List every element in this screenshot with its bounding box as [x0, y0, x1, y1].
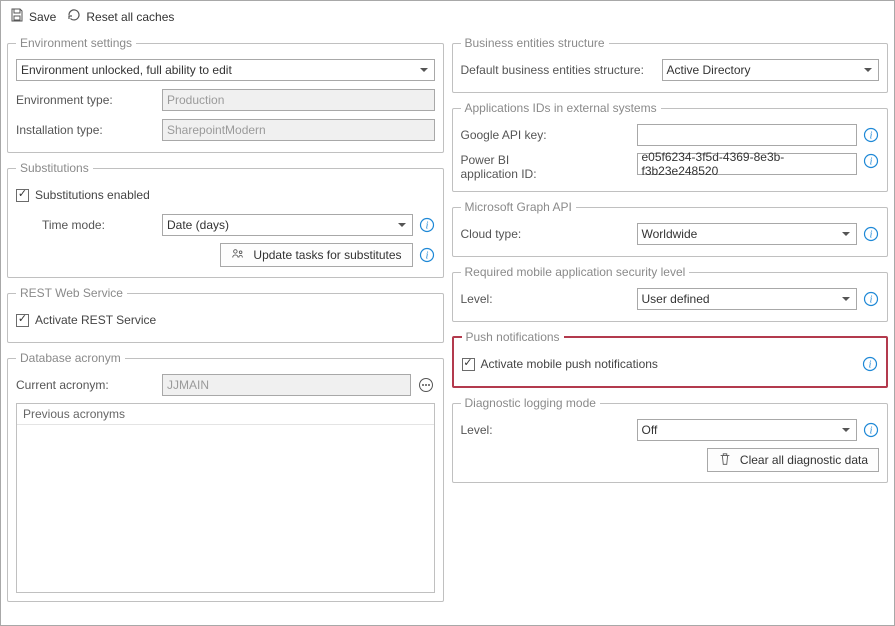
info-icon[interactable]: i — [419, 217, 435, 233]
powerbi-label: Power BI application ID: — [461, 153, 631, 181]
info-icon[interactable]: i — [863, 127, 879, 143]
database-acronym-group: Database acronym Current acronym: JJMAIN… — [7, 351, 444, 602]
current-acronym-more-button[interactable] — [417, 376, 435, 394]
diag-legend: Diagnostic logging mode — [461, 396, 600, 410]
environment-type-field: Production — [162, 89, 435, 111]
current-acronym-field: JJMAIN — [162, 374, 411, 396]
svg-text:i: i — [870, 131, 873, 142]
substitutions-legend: Substitutions — [16, 161, 93, 175]
diagnostic-logging-group: Diagnostic logging mode Level: Off i — [452, 396, 889, 483]
microsoft-graph-group: Microsoft Graph API Cloud type: Worldwid… — [452, 200, 889, 257]
apps-legend: Applications IDs in external systems — [461, 101, 661, 115]
mobile-sec-level-dropdown[interactable]: User defined — [637, 288, 858, 310]
save-label: Save — [29, 10, 56, 24]
svg-text:i: i — [870, 230, 873, 241]
time-mode-label: Time mode: — [16, 218, 156, 232]
graph-legend: Microsoft Graph API — [461, 200, 576, 214]
trash-icon — [718, 452, 732, 469]
activate-rest-label: Activate REST Service — [35, 313, 156, 327]
diag-level-label: Level: — [461, 423, 631, 437]
time-mode-dropdown[interactable]: Date (days) — [162, 214, 413, 236]
left-column: Environment settings Environment unlocke… — [7, 32, 444, 610]
activate-rest-checkbox[interactable] — [16, 314, 29, 327]
refresh-icon — [66, 7, 82, 26]
save-icon — [9, 7, 25, 26]
applications-ids-group: Applications IDs in external systems Goo… — [452, 101, 889, 192]
substitutions-enabled-label: Substitutions enabled — [35, 188, 150, 202]
svg-text:i: i — [870, 426, 873, 437]
push-legend: Push notifications — [462, 330, 564, 344]
environment-type-label: Environment type: — [16, 93, 156, 107]
info-icon[interactable]: i — [863, 422, 879, 438]
info-icon[interactable]: i — [862, 356, 878, 372]
mobile-sec-level-label: Level: — [461, 292, 631, 306]
google-api-key-field[interactable] — [637, 124, 858, 146]
powerbi-app-id-field[interactable]: e05f6234-3f5d-4369-8e3b-f3b23e248520 — [637, 153, 858, 175]
db-legend: Database acronym — [16, 351, 125, 365]
diag-level-dropdown[interactable]: Off — [637, 419, 858, 441]
save-button[interactable]: Save — [9, 7, 56, 26]
right-column: Business entities structure Default busi… — [452, 32, 889, 610]
svg-text:i: i — [869, 360, 872, 371]
installation-type-field: SharepointModern — [162, 119, 435, 141]
info-icon[interactable]: i — [419, 247, 435, 263]
app-panel: Save Reset all caches Environment settin… — [0, 0, 895, 626]
business-entities-group: Business entities structure Default busi… — [452, 36, 889, 93]
substitutions-group: Substitutions Substitutions enabled Time… — [7, 161, 444, 278]
info-icon[interactable]: i — [863, 153, 879, 169]
environment-settings-legend: Environment settings — [16, 36, 136, 50]
environment-lock-dropdown[interactable]: Environment unlocked, full ability to ed… — [16, 59, 435, 81]
bes-default-label: Default business entities structure: — [461, 63, 656, 77]
info-icon[interactable]: i — [863, 226, 879, 242]
toolbar: Save Reset all caches — [7, 5, 888, 32]
rest-web-service-group: REST Web Service Activate REST Service — [7, 286, 444, 343]
environment-settings-group: Environment settings Environment unlocke… — [7, 36, 444, 153]
push-notifications-group: Push notifications Activate mobile push … — [452, 330, 889, 388]
people-icon — [231, 247, 245, 264]
activate-push-label: Activate mobile push notifications — [481, 357, 658, 371]
update-tasks-button[interactable]: Update tasks for substitutes — [220, 243, 412, 267]
rest-legend: REST Web Service — [16, 286, 127, 300]
svg-text:i: i — [870, 157, 873, 168]
info-icon[interactable]: i — [863, 291, 879, 307]
svg-text:i: i — [425, 251, 428, 262]
bes-default-dropdown[interactable]: Active Directory — [662, 59, 880, 81]
previous-acronyms-list[interactable]: Previous acronyms — [16, 403, 435, 593]
mobile-sec-legend: Required mobile application security lev… — [461, 265, 690, 279]
cloud-type-label: Cloud type: — [461, 227, 631, 241]
activate-push-checkbox[interactable] — [462, 358, 475, 371]
reset-label: Reset all caches — [86, 10, 174, 24]
cloud-type-dropdown[interactable]: Worldwide — [637, 223, 858, 245]
svg-text:i: i — [425, 221, 428, 232]
mobile-security-group: Required mobile application security lev… — [452, 265, 889, 322]
reset-caches-button[interactable]: Reset all caches — [66, 7, 174, 26]
previous-acronyms-header: Previous acronyms — [17, 404, 434, 425]
bes-legend: Business entities structure — [461, 36, 609, 50]
installation-type-label: Installation type: — [16, 123, 156, 137]
substitutions-enabled-checkbox[interactable] — [16, 189, 29, 202]
google-api-label: Google API key: — [461, 128, 631, 142]
svg-text:i: i — [870, 295, 873, 306]
clear-diagnostic-button[interactable]: Clear all diagnostic data — [707, 448, 879, 472]
current-acronym-label: Current acronym: — [16, 378, 156, 392]
